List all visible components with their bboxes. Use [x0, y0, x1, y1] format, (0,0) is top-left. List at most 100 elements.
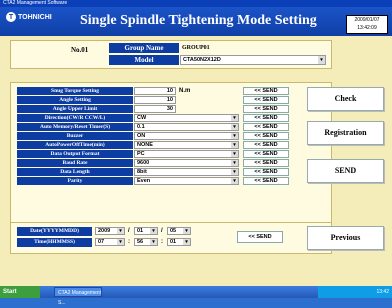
- header-bar: T TOHNICHI Single Spindle Tightening Mod…: [0, 7, 392, 36]
- system-tray: 13:42: [318, 286, 392, 298]
- chevron-down-icon[interactable]: ▾: [231, 124, 238, 130]
- minute-value: 56: [137, 239, 144, 245]
- auto-memory-label: Auto Memory/Reset Timer(S): [17, 123, 133, 131]
- model-select[interactable]: CTA50N2X12D ▾: [180, 55, 326, 65]
- buzzer-select[interactable]: ON ▾: [134, 132, 239, 140]
- group-panel: No.01 Group Name GROUP01 Model CTA50N2X1…: [10, 40, 332, 69]
- angle-label: Angle Setting: [17, 96, 133, 104]
- chevron-down-icon[interactable]: ▾: [231, 133, 238, 139]
- month-select[interactable]: 01 ▾: [134, 227, 158, 235]
- day-select[interactable]: 05 ▾: [167, 227, 191, 235]
- datetime-display: 2009/01/07 13:42:09: [346, 15, 388, 34]
- minute-select[interactable]: 56 ▾: [134, 238, 158, 246]
- send-snug-torque-button[interactable]: << SEND: [243, 87, 289, 95]
- send-datetime-button[interactable]: << SEND: [237, 231, 283, 243]
- send-data-length-button[interactable]: << SEND: [243, 168, 289, 176]
- direction-value: CW: [137, 115, 147, 121]
- data-output-value: PC: [137, 151, 145, 157]
- send-direction-button[interactable]: << SEND: [243, 114, 289, 122]
- auto-power-off-label: AutoPowerOffTime(min): [17, 141, 133, 149]
- data-output-select[interactable]: PC ▾: [134, 150, 239, 158]
- chevron-down-icon[interactable]: ▾: [183, 239, 190, 245]
- time-separator: :: [161, 239, 163, 245]
- settings-panel: Snug Torque Setting 10 N.m << SEND Angle…: [10, 82, 332, 224]
- chevron-down-icon[interactable]: ▾: [231, 178, 238, 184]
- model-value: CTA50N2X12D: [183, 57, 221, 63]
- snug-torque-input[interactable]: 10: [134, 87, 176, 95]
- chevron-down-icon[interactable]: ▾: [117, 228, 124, 234]
- send-angle-button[interactable]: << SEND: [243, 96, 289, 104]
- send-button[interactable]: SEND: [307, 159, 384, 183]
- send-angle-upper-button[interactable]: << SEND: [243, 105, 289, 113]
- check-button[interactable]: Check: [307, 87, 384, 111]
- angle-input[interactable]: 10: [134, 96, 176, 104]
- registration-button[interactable]: Registration: [307, 121, 384, 145]
- direction-label: Direction(CW/R CCW/L): [17, 114, 133, 122]
- chevron-down-icon[interactable]: ▾: [183, 228, 190, 234]
- current-date: 2009/01/07: [354, 17, 380, 23]
- second-select[interactable]: 01 ▾: [167, 238, 191, 246]
- day-value: 05: [170, 228, 177, 234]
- group-name-value[interactable]: GROUP01: [182, 43, 210, 53]
- parity-select[interactable]: Even ▾: [134, 177, 239, 185]
- buzzer-label: Buzzer: [17, 132, 133, 140]
- direction-select[interactable]: CW ▾: [134, 114, 239, 122]
- year-select[interactable]: 2009 ▾: [95, 227, 125, 235]
- parity-label: Parity: [17, 177, 133, 185]
- hour-select[interactable]: 07 ▾: [95, 238, 125, 246]
- baud-rate-value: 9600: [137, 160, 150, 166]
- taskbar: Start CTA2 Management S... 13:42: [0, 286, 392, 306]
- current-time: 13:42:09: [357, 25, 377, 31]
- chevron-down-icon[interactable]: ▾: [318, 56, 325, 64]
- data-output-label: Data Output Format: [17, 150, 133, 158]
- previous-button[interactable]: Previous: [307, 226, 384, 250]
- model-label: Model: [109, 55, 179, 65]
- date-separator: /: [128, 228, 130, 234]
- send-baud-rate-button[interactable]: << SEND: [243, 159, 289, 167]
- chevron-down-icon[interactable]: ▾: [231, 160, 238, 166]
- second-value: 01: [170, 239, 177, 245]
- date-label: Date(YYYYMMDD): [17, 227, 92, 236]
- auto-memory-value: 0.1: [137, 124, 145, 130]
- brand-logo: T TOHNICHI: [6, 12, 52, 22]
- auto-memory-select[interactable]: 0.1 ▾: [134, 123, 239, 131]
- taskbar-app-button[interactable]: CTA2 Management S...: [54, 287, 102, 306]
- send-data-output-button[interactable]: << SEND: [243, 150, 289, 158]
- time-separator: :: [128, 239, 130, 245]
- page-title: Single Spindle Tightening Mode Setting: [80, 13, 317, 28]
- year-value: 2009: [98, 228, 111, 234]
- window-titlebar: CTA2 Management Software: [0, 0, 392, 7]
- month-value: 01: [137, 228, 144, 234]
- tray-clock: 13:42: [376, 289, 389, 295]
- data-length-select[interactable]: 8bit ▾: [134, 168, 239, 176]
- chevron-down-icon[interactable]: ▾: [231, 169, 238, 175]
- date-separator: /: [161, 228, 163, 234]
- logo-text: TOHNICHI: [18, 13, 52, 21]
- send-parity-button[interactable]: << SEND: [243, 177, 289, 185]
- auto-power-off-value: NONE: [137, 142, 153, 148]
- chevron-down-icon[interactable]: ▾: [231, 151, 238, 157]
- snug-torque-unit: N.m: [179, 88, 191, 94]
- chevron-down-icon[interactable]: ▾: [117, 239, 124, 245]
- chevron-down-icon[interactable]: ▾: [150, 228, 157, 234]
- send-auto-memory-button[interactable]: << SEND: [243, 123, 289, 131]
- chevron-down-icon[interactable]: ▾: [231, 115, 238, 121]
- data-length-value: 8bit: [137, 169, 147, 175]
- snug-torque-label: Snug Torque Setting: [17, 87, 133, 95]
- auto-power-off-select[interactable]: NONE ▾: [134, 141, 239, 149]
- baud-rate-select[interactable]: 9600 ▾: [134, 159, 239, 167]
- parity-value: Even: [137, 178, 151, 184]
- send-buzzer-button[interactable]: << SEND: [243, 132, 289, 140]
- start-button[interactable]: Start: [0, 286, 40, 298]
- datetime-panel: Date(YYYYMMDD) Time(HHMMSS) 2009 ▾ / 01 ▾ …: [10, 222, 332, 254]
- baud-rate-label: Baud Rate: [17, 159, 133, 167]
- app-window: CTA2 Management Software T TOHNICHI Sing…: [0, 0, 392, 286]
- chevron-down-icon[interactable]: ▾: [231, 142, 238, 148]
- group-name-label: Group Name: [109, 43, 179, 53]
- send-auto-power-off-button[interactable]: << SEND: [243, 141, 289, 149]
- buzzer-value: ON: [137, 133, 146, 139]
- chevron-down-icon[interactable]: ▾: [150, 239, 157, 245]
- angle-upper-label: Angle Upper Limit: [17, 105, 133, 113]
- angle-upper-input[interactable]: 30: [134, 105, 176, 113]
- hour-value: 07: [98, 239, 105, 245]
